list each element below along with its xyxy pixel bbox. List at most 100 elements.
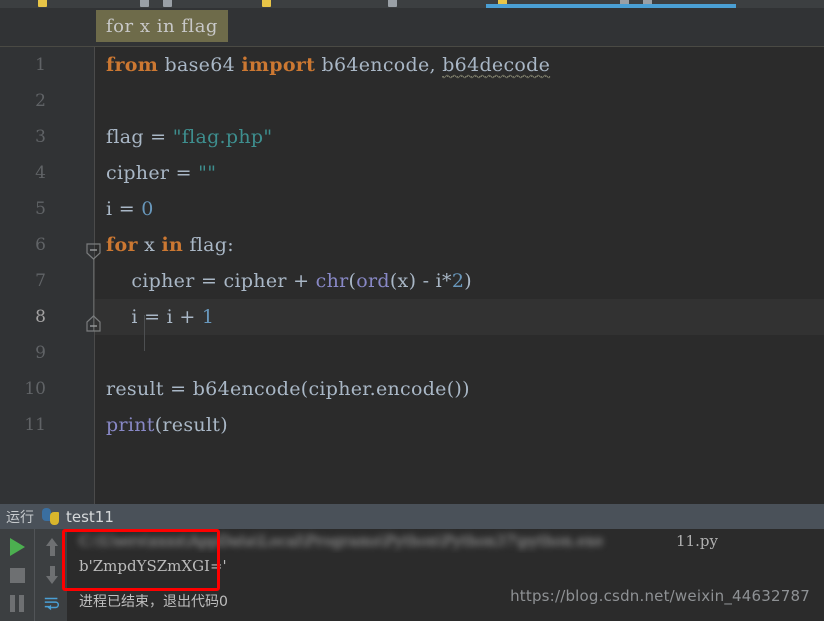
- code-text: for x in flag:: [106, 227, 234, 263]
- editor-line[interactable]: 5 i = 0: [0, 191, 824, 227]
- code-token: 2: [451, 270, 465, 292]
- code-text: flag = "flag.php": [106, 119, 272, 155]
- breadcrumb[interactable]: for x in flag: [96, 10, 228, 42]
- editor-line[interactable]: 1 from base64 import b64encode, b64decode: [0, 47, 824, 83]
- text-file-icon: [388, 0, 397, 7]
- code-token: for: [106, 234, 138, 256]
- code-text: result = b64encode(cipher.encode()): [106, 371, 470, 407]
- code-editor[interactable]: 1 from base64 import b64encode, b64decode…: [0, 47, 824, 504]
- line-number: 4: [35, 163, 46, 183]
- scroll-down-button[interactable]: [43, 565, 61, 585]
- play-icon: [9, 538, 25, 556]
- code-token: cipher = cipher +: [106, 270, 316, 292]
- code-text: i = 0: [106, 191, 154, 227]
- code-token: ): [464, 270, 472, 292]
- line-number: 6: [35, 235, 46, 255]
- editor-tab[interactable]: [163, 0, 172, 8]
- code-token: chr: [315, 270, 349, 292]
- scroll-up-button[interactable]: [43, 537, 61, 557]
- editor-tab-strip[interactable]: [0, 0, 824, 8]
- pause-button[interactable]: [8, 593, 26, 613]
- code-text: from base64 import b64encode, b64decode: [106, 47, 551, 83]
- editor-tab[interactable]: [38, 0, 47, 8]
- rerun-button[interactable]: [8, 537, 26, 557]
- editor-line[interactable]: 6 for x in flag:: [0, 227, 824, 263]
- line-number: 7: [35, 271, 46, 291]
- console-output-line: b'ZmpdYSZmXGI=': [79, 557, 227, 575]
- stop-button[interactable]: [8, 565, 26, 585]
- editor-line[interactable]: 3 flag = "flag.php": [0, 119, 824, 155]
- console-exit-message: 进程已结束，退出代码0: [79, 594, 228, 610]
- editor-tab[interactable]: [388, 0, 397, 8]
- code-token: result = b64encode(cipher.encode()): [106, 378, 470, 400]
- run-configuration-tab[interactable]: test11: [66, 508, 114, 526]
- code-token: i = i +: [106, 306, 202, 328]
- code-token: 1: [201, 306, 215, 328]
- code-text: i = i + 1: [106, 299, 214, 335]
- code-token: flag =: [106, 126, 173, 148]
- line-number: 2: [35, 91, 46, 111]
- pause-icon: [10, 594, 24, 612]
- code-token: b64decode: [442, 54, 551, 77]
- python-icon: [42, 508, 59, 525]
- code-token: i =: [106, 198, 142, 220]
- code-token: "": [198, 162, 217, 184]
- run-toolbar-primary: [0, 529, 33, 621]
- indent-guide: [144, 315, 145, 351]
- code-text: cipher = "": [106, 155, 216, 191]
- fold-end-glyph: [86, 315, 101, 332]
- code-token: (result): [154, 414, 228, 436]
- python-file-icon: [38, 0, 47, 7]
- line-number: 9: [35, 343, 46, 363]
- code-token: b64encode,: [315, 54, 443, 76]
- pycharm-window: for x in flag 1 from base64 import b64enc…: [0, 0, 824, 621]
- line-number: 10: [24, 379, 46, 399]
- code-token: x: [137, 234, 162, 256]
- console-command-line: C:\Users\xxxx\AppData\Local\Programs\Pyt…: [67, 529, 824, 553]
- code-token: cipher =: [106, 162, 199, 184]
- fold-collapse-end-icon[interactable]: [86, 315, 101, 332]
- code-token: from: [106, 54, 159, 76]
- console-command-line-tail: 11.py: [676, 532, 718, 550]
- run-toolbar-secondary: [34, 529, 68, 621]
- code-token: ord: [356, 270, 390, 292]
- code-token: (x) - i*: [389, 270, 452, 292]
- code-text: print(result): [106, 407, 228, 443]
- run-tool-window-body: C:\Users\xxxx\AppData\Local\Programs\Pyt…: [0, 529, 824, 621]
- arrow-up-icon: [44, 538, 60, 556]
- editor-line[interactable]: 2: [0, 83, 824, 119]
- code-token: 0: [141, 198, 154, 220]
- line-number: 8: [35, 307, 46, 327]
- run-console-output[interactable]: C:\Users\xxxx\AppData\Local\Programs\Pyt…: [67, 529, 824, 621]
- run-tool-window-title: 运行: [6, 509, 34, 526]
- editor-line[interactable]: 10 result = b64encode(cipher.encode()): [0, 371, 824, 407]
- code-text: cipher = cipher + chr(ord(x) - i*2): [106, 263, 472, 299]
- text-file-icon: [163, 0, 172, 7]
- line-number: 11: [24, 415, 46, 435]
- console-command-line-redacted: C:\Users\xxxx\AppData\Local\Programs\Pyt…: [79, 532, 604, 550]
- sticky-context-bar: for x in flag: [0, 8, 824, 47]
- editor-line[interactable]: 4 cipher = "": [0, 155, 824, 191]
- code-token: "flag.php": [172, 126, 273, 148]
- arrow-down-icon: [44, 566, 60, 584]
- fold-start-glyph: [86, 243, 101, 260]
- python-file-icon: [262, 0, 271, 7]
- code-token: base64: [158, 54, 242, 76]
- soft-wrap-icon: [44, 597, 59, 611]
- code-token: print: [106, 414, 155, 436]
- run-tool-window-header[interactable]: 运行 test11: [0, 504, 824, 529]
- code-token: flag:: [183, 234, 234, 256]
- soft-wrap-button[interactable]: [43, 593, 61, 613]
- editor-line[interactable]: 7 cipher = cipher + chr(ord(x) - i*2): [0, 263, 824, 299]
- editor-line[interactable]: 9: [0, 335, 824, 371]
- editor-line[interactable]: 8 i = i + 1: [0, 299, 824, 335]
- editor-tab[interactable]: [262, 0, 271, 8]
- line-number: 5: [35, 199, 46, 219]
- editor-tab[interactable]: [140, 0, 149, 8]
- editor-line[interactable]: 11 print(result): [0, 407, 824, 443]
- fold-collapse-start-icon[interactable]: [86, 243, 101, 260]
- stop-square-icon: [9, 567, 25, 583]
- code-token: in: [161, 234, 184, 256]
- line-number: 1: [35, 55, 46, 75]
- text-file-icon: [140, 0, 149, 7]
